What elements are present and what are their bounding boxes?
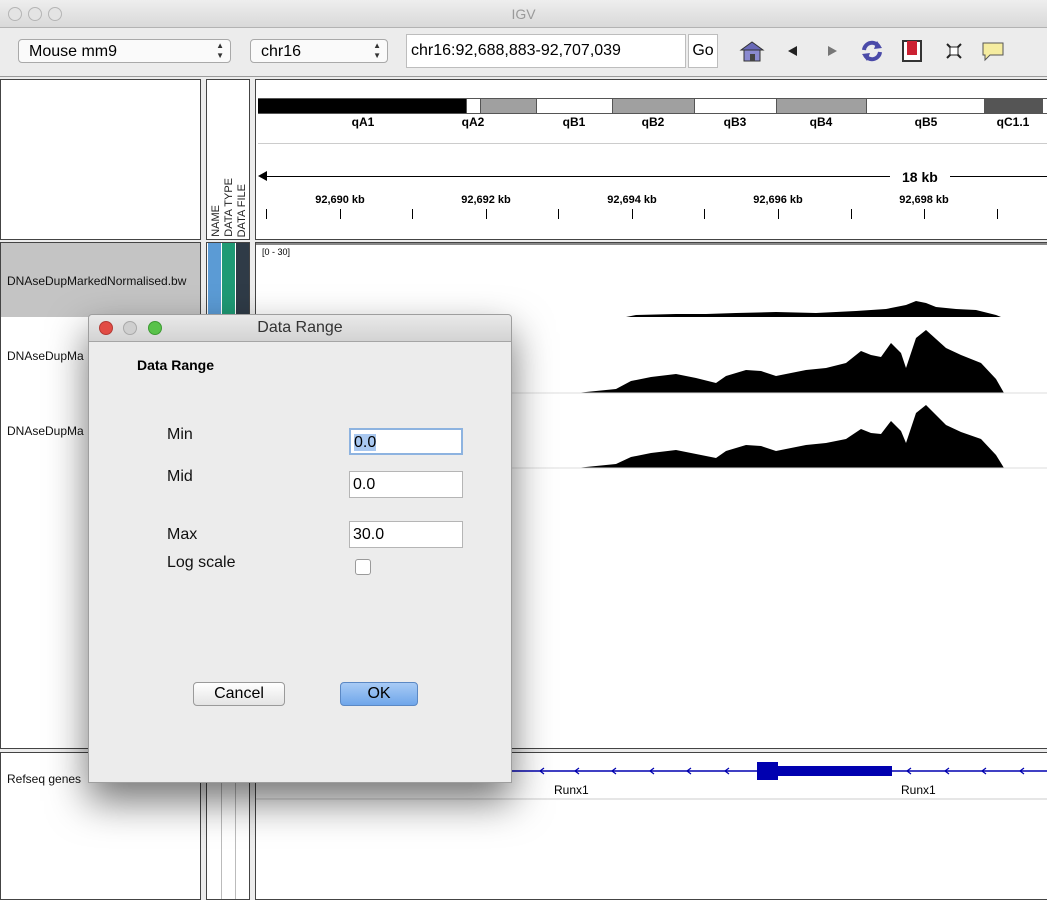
dialog-heading: Data Range [137,357,215,373]
cytoband-label: qB1 [562,115,586,129]
attribute-cell-datafile[interactable] [236,243,249,317]
cytoband [867,99,985,113]
ruler-tick [924,209,925,219]
track-name-3[interactable]: DNAseDupMa [7,424,84,438]
cancel-button[interactable]: Cancel [193,682,285,706]
ruler-tick-label: 92,690 kb [315,194,365,206]
fit-window-icon[interactable] [941,38,967,64]
window-title: IGV [511,6,536,22]
cytoband [537,99,613,113]
log-scale-checkbox[interactable] [355,559,371,575]
cytoband [480,99,537,113]
select-arrows-icon: ▲ ▼ [373,41,381,60]
cytoband [695,99,777,113]
back-icon[interactable] [780,38,806,64]
window-titlebar: IGV [0,0,1047,28]
data-range-dialog: Data Range Data Range Min 0.0 Mid 0.0 Ma… [88,314,512,783]
ruler-panel: qA1 qA2 qB1 qB2 qB3 qB4 qB5 qC1.1 18 kb … [255,79,1047,240]
ruler-tick [778,209,779,219]
cytoband [1043,99,1047,113]
dialog-titlebar: Data Range [89,315,511,342]
ruler-tick [632,209,633,219]
attribute-header-panel: NAME DATA TYPE DATA FILE [206,79,250,240]
min-input[interactable]: 0.0 [349,428,463,455]
chromosome-select[interactable]: chr16 ▲ ▼ [250,39,388,63]
coverage-track-2 [516,330,1004,393]
cytoband [985,99,1043,113]
ruler-tick-label: 92,696 kb [753,194,803,206]
attribute-cell-name[interactable] [208,243,221,317]
gene-exon [778,766,892,776]
max-input[interactable]: 30.0 [349,521,463,548]
ruler-tick [851,209,852,219]
ruler-tick-label: 92,692 kb [461,194,511,206]
ruler-tick [266,209,267,219]
cytoband-label: qA2 [461,115,485,129]
cytoband [613,99,695,113]
min-label: Min [167,426,193,443]
forward-icon[interactable] [819,38,845,64]
popup-info-icon[interactable] [980,38,1006,64]
attribute-datatype-header[interactable]: DATA TYPE [223,178,235,237]
dialog-title: Data Range [257,319,343,336]
ok-button[interactable]: OK [340,682,418,706]
genome-select-value: Mouse mm9 [29,43,118,60]
cytoband-label: qA1 [351,115,375,129]
ruler-scale: 92,690 kb 92,692 kb 92,694 kb 92,696 kb … [256,137,1047,227]
cytoband [777,99,867,113]
attribute-name-header[interactable]: NAME [210,205,222,237]
cytoband-label: qB3 [723,115,747,129]
locus-input[interactable]: chr16:92,688,883-92,707,039 [406,34,686,68]
header-name-panel [0,79,201,240]
track-name-1[interactable]: DNAseDupMarkedNormalised.bw [7,274,186,288]
ruler-tick [704,209,705,219]
home-icon[interactable] [739,38,765,64]
ruler-tick [340,209,341,219]
attribute-datafile-header[interactable]: DATA FILE [236,184,248,237]
cytoband-label: qB2 [641,115,665,129]
max-label: Max [167,526,198,543]
coverage-track-1 [516,301,1001,317]
attribute-cell-datatype[interactable] [222,243,235,317]
cytoband [258,99,467,113]
refresh-icon[interactable] [859,38,885,64]
cytoband-label: qB5 [914,115,938,129]
ruler-tick-label: 92,698 kb [899,194,949,206]
gene-label: Runx1 [901,783,936,797]
select-arrows-icon: ▲ ▼ [216,41,224,60]
mid-label: Mid [167,468,193,485]
region-of-interest-icon[interactable] [899,38,925,64]
gene-label: Runx1 [554,783,589,797]
chromosome-select-value: chr16 [261,43,302,60]
ruler-tick-label: 92,694 kb [607,194,657,206]
ruler-tick [997,209,998,219]
log-scale-label: Log scale [167,554,236,571]
cytoband-label: qC1.1 [996,115,1030,129]
gene-exon [757,762,778,780]
coverage-track-3 [516,405,1004,468]
genome-select[interactable]: Mouse mm9 ▲ ▼ [18,39,231,63]
ruler-tick [486,209,487,219]
mid-input[interactable]: 0.0 [349,471,463,498]
refseq-track-name[interactable]: Refseq genes [7,772,81,786]
ruler-tick [412,209,413,219]
cytoband-ideogram[interactable]: qA1 qA2 qB1 qB2 qB3 qB4 qB5 qC1.1 [258,98,1047,129]
go-button[interactable]: Go [688,34,718,68]
track-name-2[interactable]: DNAseDupMa [7,349,84,363]
cytoband-label: qB4 [809,115,833,129]
ruler-tick [558,209,559,219]
min-input-value: 0.0 [354,434,377,451]
